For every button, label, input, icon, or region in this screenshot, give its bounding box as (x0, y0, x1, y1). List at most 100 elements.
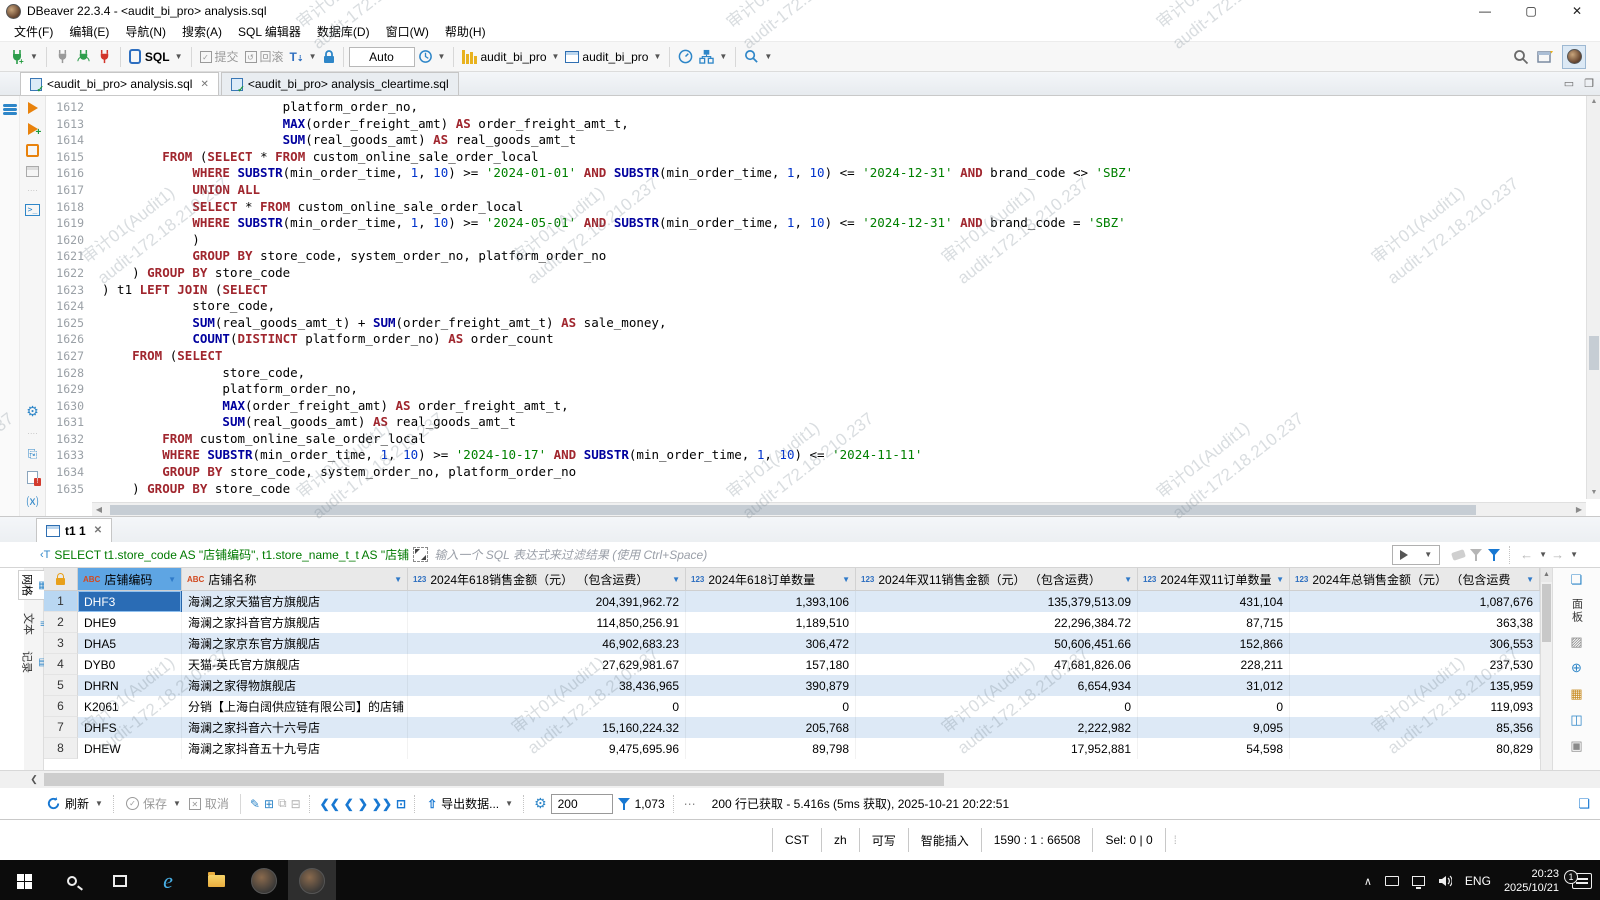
sort-dropdown-icon[interactable]: ▼ (672, 575, 680, 584)
cell[interactable]: 15,160,224.32 (408, 717, 686, 738)
cell[interactable]: 9,475,695.96 (408, 738, 686, 759)
dashboard-button[interactable] (675, 45, 696, 69)
scroll-up-icon[interactable]: ▲ (1541, 568, 1552, 582)
commit-mode-combo[interactable]: Auto (349, 47, 415, 67)
app-button-1[interactable] (240, 860, 288, 900)
cell[interactable]: 306,553 (1290, 633, 1540, 654)
menu-item[interactable]: 窗口(W) (378, 21, 437, 42)
result-view-tab-2[interactable]: ≡文本 (21, 610, 46, 638)
cell[interactable]: 0 (1138, 696, 1290, 717)
network-button[interactable]: ▼ (696, 45, 730, 69)
cell[interactable]: 海澜之家抖音六十六号店 (182, 717, 408, 738)
sort-dropdown-icon[interactable]: ▼ (842, 575, 850, 584)
forward-icon[interactable]: → (1551, 547, 1564, 562)
cell[interactable]: 海澜之家天猫官方旗舰店 (182, 591, 408, 612)
column-header[interactable]: 1232024年618销售金额（元） （包含运费）▼ (408, 568, 686, 590)
scroll-down-icon[interactable]: ▼ (1587, 487, 1600, 499)
add-panel-icon[interactable]: ⊕ (1571, 660, 1582, 676)
cell[interactable]: 390,879 (686, 675, 856, 696)
next-row-icon[interactable]: ❯ (358, 797, 368, 811)
cell[interactable]: K2061 (78, 696, 182, 717)
row-number[interactable]: 7 (44, 717, 78, 738)
disconnect-button[interactable] (94, 45, 115, 69)
cell[interactable]: 152,866 (1138, 633, 1290, 654)
close-button[interactable]: ✕ (1554, 0, 1600, 22)
minimize-button[interactable]: — (1462, 0, 1508, 22)
cell[interactable]: 分销【上海白阔供应链有限公司】的店铺 (182, 696, 408, 717)
delete-row-icon[interactable]: ⊟ (291, 797, 301, 811)
cell[interactable]: 157,180 (686, 654, 856, 675)
execute-query-icon[interactable] (28, 102, 38, 114)
commit-button[interactable]: ✓ 提交 (197, 45, 242, 69)
app-button-2-active[interactable] (288, 860, 336, 900)
history-button[interactable]: ▼ (415, 45, 449, 69)
explain-plan-icon[interactable] (26, 166, 39, 177)
scroll-right-icon[interactable]: ▶ (1572, 503, 1586, 516)
table-row[interactable]: 5DHRN海澜之家得物旗舰店38,436,965390,8796,654,934… (44, 675, 1540, 696)
export-data-button[interactable]: ⇧ 导出数据...▼ (425, 795, 515, 812)
add-row-icon[interactable]: ⊞ (264, 797, 274, 811)
back-icon[interactable]: ← (1520, 547, 1533, 562)
input-language[interactable]: ENG (1465, 874, 1491, 888)
variables-icon[interactable]: ⒳ (26, 493, 38, 510)
execute-script-icon[interactable] (26, 144, 39, 157)
maximize-view-icon[interactable]: ❐ (1584, 77, 1594, 90)
scroll-left-icon[interactable]: ◀ (92, 503, 106, 516)
table-row[interactable]: 6K2061分销【上海白阔供应链有限公司】的店铺0000119,093 (44, 696, 1540, 717)
action-center-icon[interactable]: 1 (1572, 873, 1592, 889)
menu-item[interactable]: 数据库(D) (309, 21, 378, 42)
database-navigator-icon[interactable] (3, 104, 17, 117)
cell[interactable]: DYB0 (78, 654, 182, 675)
cell[interactable]: 1,087,676 (1290, 591, 1540, 612)
task-view-button[interactable] (96, 860, 144, 900)
records-panel-icon[interactable]: ▨ (1570, 634, 1582, 650)
row-number[interactable]: 4 (44, 654, 78, 675)
cell[interactable]: 135,959 (1290, 675, 1540, 696)
cell[interactable]: 114,850,256.91 (408, 612, 686, 633)
taskbar-search-button[interactable] (48, 860, 96, 900)
start-button[interactable] (0, 860, 48, 900)
cell[interactable]: 海澜之家得物旗舰店 (182, 675, 408, 696)
connect-button[interactable] (52, 45, 73, 69)
cell[interactable]: 9,095 (1138, 717, 1290, 738)
row-count-icon[interactable] (617, 797, 631, 811)
refresh-button[interactable]: 刷新▼ (44, 795, 105, 812)
cell[interactable]: 海澜之家京东官方旗舰店 (182, 633, 408, 654)
lock-button[interactable] (320, 45, 338, 69)
grid-corner[interactable] (44, 568, 78, 590)
cell[interactable]: DHA5 (78, 633, 182, 654)
sort-dropdown-icon[interactable]: ▼ (168, 575, 176, 584)
reconnect-button[interactable] (73, 45, 94, 69)
code-area[interactable]: 1612 platform_order_no,1613 MAX(order_fr… (46, 96, 1600, 516)
apply-filter-button[interactable]: ▼ (1392, 545, 1440, 565)
layout-panel-icon[interactable]: ◫ (1570, 712, 1582, 728)
rollback-button[interactable]: ↺ 回滚 (242, 45, 287, 69)
file-explorer-button[interactable] (192, 860, 240, 900)
cell[interactable]: DHRN (78, 675, 182, 696)
save-filter-icon[interactable] (1469, 548, 1483, 562)
menu-item[interactable]: 导航(N) (117, 21, 174, 42)
sql-editor[interactable]: ···· >_ ⚙ ···· ⎘ ⒳ 1612 platform_order_n… (0, 96, 1600, 516)
cancel-button[interactable]: ✕ 取消 (187, 795, 231, 812)
cell[interactable]: DHEW (78, 738, 182, 759)
table-row[interactable]: 8DHEW海澜之家抖音五十九号店9,475,695.9689,79817,952… (44, 738, 1540, 759)
cell[interactable]: 38,436,965 (408, 675, 686, 696)
cell[interactable]: 31,012 (1138, 675, 1290, 696)
tray-expand-icon[interactable]: ∧ (1364, 875, 1372, 888)
new-connection-button[interactable]: + ▼ (6, 45, 41, 69)
minimize-view-icon[interactable]: ▭ (1564, 77, 1574, 90)
cell[interactable]: DHF3 (78, 591, 182, 612)
table-row[interactable]: 2DHE9海澜之家抖音官方旗舰店114,850,256.911,189,5102… (44, 612, 1540, 633)
cell[interactable]: 363,38 (1290, 612, 1540, 633)
result-tab[interactable]: t1 1 ✕ (36, 518, 112, 542)
sort-dropdown-icon[interactable]: ▼ (1124, 575, 1132, 584)
cell[interactable]: 0 (408, 696, 686, 717)
table-row[interactable]: 4DYB0天猫-英氏官方旗舰店27,629,981.67157,18047,68… (44, 654, 1540, 675)
prev-row-icon[interactable]: ❮ (344, 797, 354, 811)
table-row[interactable]: 7DHFS海澜之家抖音六十六号店15,160,224.32205,7682,22… (44, 717, 1540, 738)
filters-menu-icon[interactable] (1487, 548, 1501, 562)
editor-tab[interactable]: <audit_bi_pro> analysis_cleartime.sql (221, 72, 459, 95)
table-row[interactable]: 1DHF3海澜之家天猫官方旗舰店204,391,962.721,393,1061… (44, 591, 1540, 612)
cell[interactable]: 22,296,384.72 (856, 612, 1138, 633)
menu-item[interactable]: 编辑(E) (61, 21, 117, 42)
